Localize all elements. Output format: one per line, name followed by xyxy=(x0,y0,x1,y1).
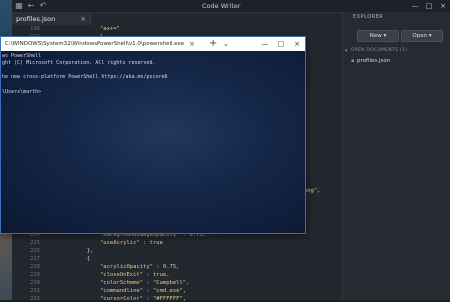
tab-close-icon[interactable]: × xyxy=(189,39,195,49)
file-profiles-json[interactable]: profiles.json xyxy=(357,58,390,64)
chevron-down-icon[interactable]: ▾ xyxy=(345,48,348,54)
close-button[interactable]: × xyxy=(291,39,303,49)
new-tab-plus-icon[interactable]: + xyxy=(209,38,217,50)
close-button[interactable]: × xyxy=(438,1,448,11)
console-line: he new cross-platform PowerShell https:/… xyxy=(2,74,168,80)
powershell-titlebar[interactable]: C:\WINDOWS\System32\WindowsPowerShell\v1… xyxy=(1,37,305,51)
code-line: "acrylicOpacity" : 0.75, xyxy=(47,264,180,270)
file-icon: ▪ xyxy=(351,58,355,64)
console-line: ws PowerShell xyxy=(2,53,42,59)
chevron-down-icon[interactable]: ⌄ xyxy=(223,39,229,49)
powershell-tab-title[interactable]: C:\WINDOWS\System32\WindowsPowerShell\v1… xyxy=(5,39,184,49)
explorer-panel: EXPLORER New ▾ Open ▾ ▾ OPEN DOCUMENTS (… xyxy=(342,12,450,300)
maximize-button[interactable]: □ xyxy=(275,39,287,49)
window-title: Code Writer xyxy=(202,2,241,10)
line-number: 228 xyxy=(30,264,40,270)
code-line: "closeOnExit" : true, xyxy=(47,272,170,278)
code-line: "cursorColor" : "#FFFFFF", xyxy=(47,296,187,302)
undo-icon[interactable]: ↶ xyxy=(38,1,48,11)
code-line: "colorScheme" : "Campbell", xyxy=(47,280,190,286)
tab-close-icon[interactable]: × xyxy=(80,14,86,24)
line-number: 231 xyxy=(30,288,40,294)
line-number: 227 xyxy=(30,256,40,262)
line-number: 232 xyxy=(30,296,40,302)
maximize-button[interactable]: □ xyxy=(424,1,434,11)
code-line: "commandline" : "cmd.exe", xyxy=(47,288,187,294)
line-number: 196 xyxy=(30,26,40,32)
code-line: { xyxy=(47,256,91,262)
new-button-label: New xyxy=(369,33,382,39)
new-button[interactable]: New ▾ xyxy=(357,30,399,42)
tab-label: profiles.json xyxy=(16,15,56,23)
back-arrow-icon[interactable]: ← xyxy=(26,1,36,11)
open-button-label: Open xyxy=(412,33,428,39)
tab-profiles-json[interactable]: profiles.json × xyxy=(12,13,91,25)
console-line: ght (C) Microsoft Corporation. All right… xyxy=(2,60,156,66)
code-line: "ax+=" xyxy=(47,26,120,32)
line-number: 225 xyxy=(30,240,40,246)
console-prompt[interactable]: \Users\marth> xyxy=(2,89,41,95)
powershell-window[interactable]: C:\WINDOWS\System32\WindowsPowerShell\v1… xyxy=(0,36,306,234)
minimize-button[interactable]: — xyxy=(259,39,271,49)
code-line: "useAcrylic" : true xyxy=(47,240,163,246)
line-number: 226 xyxy=(30,248,40,254)
line-number: 230 xyxy=(30,280,40,286)
explorer-title: EXPLORER xyxy=(353,14,384,20)
open-button[interactable]: Open ▾ xyxy=(401,30,443,42)
line-number: 229 xyxy=(30,272,40,278)
minimize-button[interactable]: — xyxy=(410,1,420,11)
app-grid-icon[interactable]: ▦ xyxy=(14,1,24,11)
open-documents-section[interactable]: OPEN DOCUMENTS (1) xyxy=(351,48,407,53)
code-line: }, xyxy=(47,248,94,254)
